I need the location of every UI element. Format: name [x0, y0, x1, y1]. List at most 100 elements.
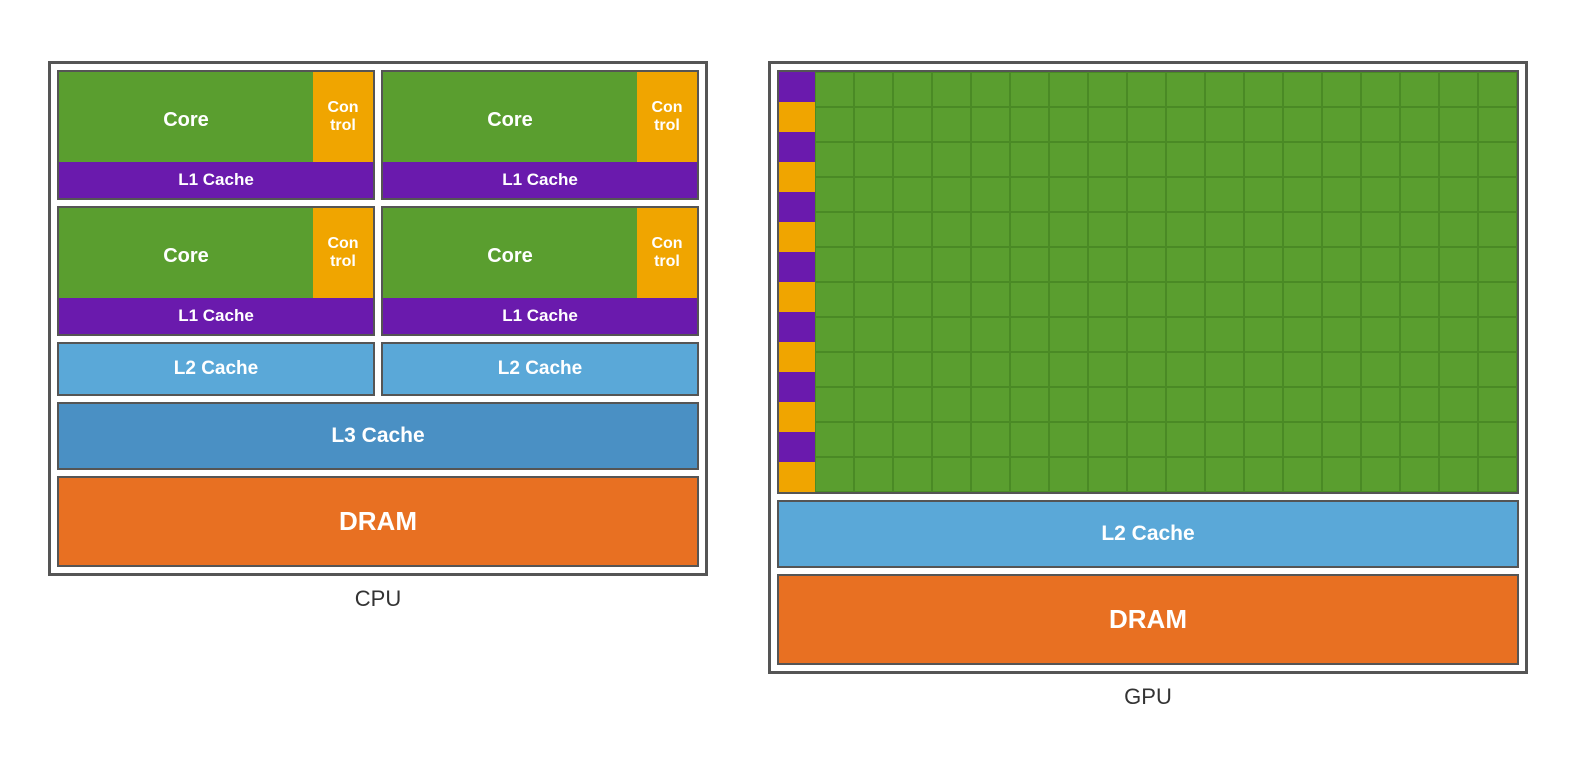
gpu-core-cell: [1049, 212, 1088, 247]
gpu-core-cell: [932, 317, 971, 352]
gpu-core-cell: [1088, 72, 1127, 107]
gpu-core-cell: [854, 352, 893, 387]
gpu-l2-cache: L2 Cache: [777, 500, 1519, 568]
gpu-core-cell: [893, 72, 932, 107]
cpu-l2-row: L2 Cache L2 Cache: [57, 342, 699, 396]
gpu-strip-segment: [779, 252, 815, 282]
gpu-core-cell: [1400, 317, 1439, 352]
gpu-core-cell: [932, 212, 971, 247]
gpu-core-cell: [1400, 422, 1439, 457]
cpu-core-unit-2: Core Control L1 Cache: [381, 70, 699, 200]
cpu-l1-cache-4: L1 Cache: [383, 298, 697, 334]
gpu-core-cell: [1361, 282, 1400, 317]
gpu-core-cell: [1010, 72, 1049, 107]
gpu-core-cell: [815, 177, 854, 212]
gpu-core-cell: [893, 422, 932, 457]
gpu-core-cell: [854, 457, 893, 492]
gpu-core-cell: [1478, 72, 1517, 107]
gpu-strip-segment: [779, 132, 815, 162]
gpu-core-cell: [1322, 212, 1361, 247]
gpu-core-cell: [893, 317, 932, 352]
cpu-control-2: Control: [637, 72, 697, 162]
gpu-core-cell: [1361, 352, 1400, 387]
gpu-core-cell: [1127, 282, 1166, 317]
gpu-core-cell: [854, 142, 893, 177]
gpu-core-cell: [1205, 177, 1244, 212]
gpu-core-cell: [1322, 247, 1361, 282]
cpu-dram: DRAM: [57, 476, 699, 567]
gpu-core-cell: [1439, 282, 1478, 317]
gpu-core-cell: [932, 72, 971, 107]
cpu-label: CPU: [355, 586, 401, 612]
gpu-core-cell: [1283, 282, 1322, 317]
gpu-core-cell: [1049, 142, 1088, 177]
gpu-core-cell: [1088, 422, 1127, 457]
gpu-core-cell: [1439, 177, 1478, 212]
gpu-core-cell: [1010, 352, 1049, 387]
gpu-core-cell: [1478, 317, 1517, 352]
gpu-core-cell: [1049, 387, 1088, 422]
gpu-core-cell: [1361, 142, 1400, 177]
gpu-core-cell: [932, 457, 971, 492]
gpu-core-cell: [1478, 352, 1517, 387]
gpu-core-cell: [1361, 247, 1400, 282]
gpu-core-cell: [1088, 317, 1127, 352]
gpu-core-cell: [1010, 422, 1049, 457]
gpu-dram: DRAM: [777, 574, 1519, 665]
gpu-core-cell: [1244, 142, 1283, 177]
cpu-l3-cache: L3 Cache: [57, 402, 699, 470]
gpu-core-cell: [1322, 107, 1361, 142]
gpu-core-cell: [1127, 422, 1166, 457]
gpu-core-cell: [1166, 282, 1205, 317]
gpu-core-cell: [1244, 282, 1283, 317]
gpu-core-cell: [1049, 282, 1088, 317]
gpu-core-cell: [1322, 317, 1361, 352]
gpu-core-cell: [893, 387, 932, 422]
gpu-core-cell: [1478, 387, 1517, 422]
gpu-core-cell: [1400, 72, 1439, 107]
gpu-core-cell: [1244, 177, 1283, 212]
gpu-core-cell: [854, 212, 893, 247]
gpu-core-cell: [1439, 247, 1478, 282]
gpu-core-cell: [1166, 72, 1205, 107]
gpu-core-cell: [815, 142, 854, 177]
cpu-core-3-label: Core: [59, 208, 313, 298]
gpu-core-cell: [1049, 422, 1088, 457]
gpu-core-cell: [932, 387, 971, 422]
gpu-strip-segment: [779, 192, 815, 222]
gpu-core-cell: [1283, 457, 1322, 492]
gpu-core-cell: [1166, 317, 1205, 352]
cpu-control-4: Control: [637, 208, 697, 298]
gpu-core-cell: [1439, 212, 1478, 247]
gpu-core-cell: [1400, 247, 1439, 282]
cpu-cores-row-2: Core Control L1 Cache Core Control L1 Ca…: [57, 206, 699, 336]
gpu-core-cell: [854, 282, 893, 317]
cpu-box: Core Control L1 Cache Core Control L1 Ca…: [48, 61, 708, 576]
cpu-control-1: Control: [313, 72, 373, 162]
gpu-core-cell: [854, 422, 893, 457]
gpu-strip-segment: [779, 162, 815, 192]
gpu-core-cell: [1205, 107, 1244, 142]
cpu-core-unit-1: Core Control L1 Cache: [57, 70, 375, 200]
gpu-core-cell: [971, 212, 1010, 247]
gpu-core-cell: [971, 422, 1010, 457]
gpu-strip-segment: [779, 372, 815, 402]
gpu-core-cell: [1439, 317, 1478, 352]
gpu-label: GPU: [1124, 684, 1172, 710]
gpu-core-cell: [1244, 247, 1283, 282]
gpu-core-cell: [971, 72, 1010, 107]
cpu-core-unit-3: Core Control L1 Cache: [57, 206, 375, 336]
gpu-core-cell: [1244, 317, 1283, 352]
gpu-core-cell: [1244, 107, 1283, 142]
gpu-diagram: L2 Cache DRAM GPU: [768, 61, 1528, 710]
gpu-core-cell: [932, 422, 971, 457]
gpu-core-cell: [1166, 142, 1205, 177]
gpu-core-cell: [1205, 457, 1244, 492]
gpu-core-cell: [1166, 457, 1205, 492]
gpu-core-cell: [1244, 352, 1283, 387]
gpu-strip-segment: [779, 402, 815, 432]
gpu-core-cell: [1010, 177, 1049, 212]
gpu-core-cell: [815, 107, 854, 142]
cpu-control-3: Control: [313, 208, 373, 298]
gpu-strip-segment: [779, 222, 815, 252]
